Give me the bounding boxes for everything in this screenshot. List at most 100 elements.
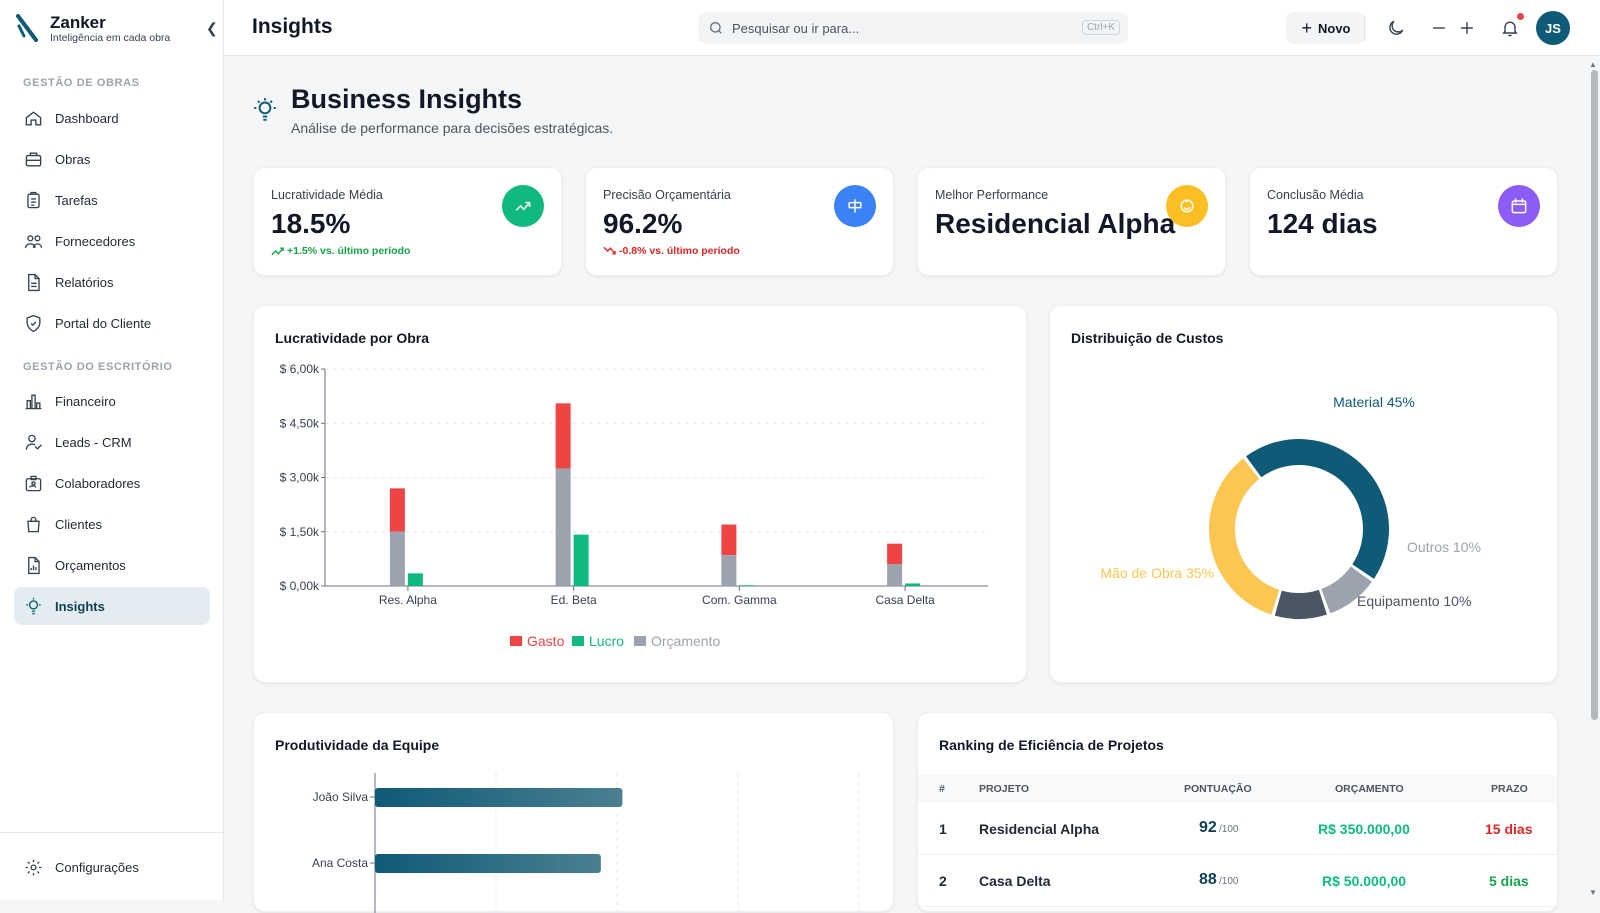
sidebar-item-tarefas[interactable]: Tarefas <box>14 181 210 219</box>
sidebar-item-label: Financeiro <box>55 393 116 409</box>
insights-subtitle: Análise de performance para decisões est… <box>291 120 614 136</box>
users-icon <box>24 234 43 248</box>
sidebar-item-portal-do-cliente[interactable]: Portal do Cliente <box>14 304 210 342</box>
legend-swatch <box>572 636 584 646</box>
sidebar-item-label: Relatórios <box>55 274 114 290</box>
bar-gasto[interactable] <box>555 403 571 469</box>
donut-slice[interactable] <box>1274 589 1327 619</box>
rank: 2 <box>939 873 947 889</box>
dark-mode-toggle[interactable] <box>1382 14 1410 42</box>
column-header: PRAZO <box>1491 783 1528 795</box>
deadline: 15 dias <box>1485 821 1533 837</box>
plus-icon: + <box>1301 17 1312 38</box>
brand[interactable]: Zanker Inteligência em cada obra <box>16 14 170 44</box>
sidebar-item-obras[interactable]: Obras <box>14 140 210 178</box>
sidebar-item-dashboard[interactable]: Dashboard <box>14 99 210 137</box>
zoom-out-button[interactable] <box>1425 14 1453 42</box>
sidebar-item-colaboradores[interactable]: Colaboradores <box>14 464 210 502</box>
section-gestao-obras: GESTÃO DE OBRAS <box>23 77 140 89</box>
sidebar-item-relatorios[interactable]: Relatórios <box>14 263 210 301</box>
moon-icon <box>1389 20 1404 35</box>
sidebar-item-insights[interactable]: Insights <box>14 587 210 625</box>
column-header: PONTUAÇÃO <box>1184 783 1252 795</box>
new-button[interactable]: + Novo <box>1286 12 1366 44</box>
sidebar-item-configuracoes[interactable]: Configurações <box>14 848 210 886</box>
bar-orcamento[interactable] <box>887 564 903 586</box>
donut-slice[interactable] <box>1245 439 1389 579</box>
trending-up-icon <box>502 185 544 227</box>
shortcut-badge: Ctrl+K <box>1081 20 1120 35</box>
scrollbar-thumb[interactable] <box>1591 70 1598 720</box>
sidebar-item-label: Insights <box>55 598 105 614</box>
sidebar-item-leads-crm[interactable]: Leads - CRM <box>14 423 210 461</box>
table-row[interactable]: 2 Casa Delta 88 /100 R$ 50.000,00 5 dias <box>918 855 1557 907</box>
team-bar[interactable] <box>375 788 623 807</box>
bar-orcamento[interactable] <box>721 555 737 586</box>
kpi-delta-text: -0.8% vs. último período <box>619 245 740 257</box>
target-icon <box>834 185 876 227</box>
bar-lucro[interactable] <box>407 573 423 586</box>
sidebar-item-orcamentos[interactable]: Orçamentos <box>14 546 210 584</box>
briefcase-icon <box>25 151 42 167</box>
sidebar-item-fornecedores[interactable]: Fornecedores <box>14 222 210 260</box>
bar-lucro[interactable] <box>573 534 589 586</box>
legend-label[interactable]: Lucro <box>589 633 624 649</box>
budget: R$ 350.000,00 <box>1318 821 1410 837</box>
kpi-card-precisao: Precisão Orçamentária 96.2% -0.8% vs. úl… <box>585 167 894 276</box>
kpi-label: Precisão Orçamentária <box>603 188 731 202</box>
sidebar-item-label: Configurações <box>55 859 139 875</box>
table-row[interactable]: 1 Residencial Alpha 92 /100 R$ 350.000,0… <box>918 803 1557 855</box>
donut-slice[interactable] <box>1209 458 1280 615</box>
bar-lucro[interactable] <box>739 585 755 586</box>
bar-chart-icon <box>25 393 42 409</box>
scroll-up-icon[interactable]: ▲ <box>1589 60 1597 69</box>
bar-lucro[interactable] <box>905 583 921 586</box>
divider <box>1364 16 1365 40</box>
team-bar-chart: João Silva Ana Costa <box>312 773 860 913</box>
project-name: Casa Delta <box>979 873 1051 889</box>
kpi-card-lucratividade: Lucratividade Média 18.5% +1.5% vs. últi… <box>253 167 562 276</box>
trending-down-icon <box>603 246 616 255</box>
column-header: ORÇAMENTO <box>1335 783 1404 795</box>
bar-gasto[interactable] <box>887 543 903 565</box>
kpi-label: Melhor Performance <box>935 188 1049 202</box>
sidebar-item-label: Colaboradores <box>55 475 141 491</box>
scroll-down-icon[interactable]: ▼ <box>1589 888 1597 897</box>
rank: 1 <box>939 821 947 837</box>
profit-chart-card: Lucratividade por Obra $ 0,00k $ 1,50k $ 3… <box>253 305 1027 683</box>
cost-donut-chart: Material 45% Outros 10% Equipamento 10% Mão… <box>1100 394 1481 619</box>
cost-chart-card: Distribuição de Custos Material 45% Outro… <box>1049 305 1558 683</box>
x-tick-label: Res. Alpha <box>379 593 437 607</box>
file-icon <box>28 273 40 291</box>
collapse-sidebar-icon[interactable]: ❮ <box>206 20 218 37</box>
bar-orcamento[interactable] <box>555 468 571 586</box>
legend-label[interactable]: Gasto <box>527 633 565 649</box>
bar-gasto[interactable] <box>721 524 737 556</box>
slice-label: Equipamento 10% <box>1357 593 1471 609</box>
user-handshake-icon <box>25 434 42 450</box>
kpi-delta-text: +1.5% vs. último período <box>287 245 411 257</box>
lightbulb-icon <box>254 98 276 121</box>
sidebar-item-label: Orçamentos <box>55 557 126 573</box>
y-tick-label: $ 4,50k <box>280 416 320 430</box>
sidebar-item-clientes[interactable]: Clientes <box>14 505 210 543</box>
minus-icon <box>1433 27 1445 29</box>
avatar[interactable]: JS <box>1536 11 1570 45</box>
kpi-value: 18.5% <box>271 208 351 239</box>
legend-label[interactable]: Orçamento <box>651 633 720 649</box>
sidebar-item-financeiro[interactable]: Financeiro <box>14 382 210 420</box>
sidebar-item-label: Obras <box>55 151 91 167</box>
bar-orcamento[interactable] <box>389 531 405 586</box>
sidebar-item-label: Fornecedores <box>55 233 136 249</box>
calendar-icon <box>1498 185 1540 227</box>
bar-gasto[interactable] <box>389 488 405 532</box>
shield-icon <box>26 314 41 332</box>
zoom-in-button[interactable] <box>1453 14 1481 42</box>
sidebar-item-label: Portal do Cliente <box>55 315 152 331</box>
search-input[interactable]: Pesquisar ou ir para... Ctrl+K <box>698 12 1128 44</box>
team-bar[interactable] <box>375 854 601 873</box>
insights-title: Business Insights <box>291 84 523 114</box>
sidebar-item-label: Clientes <box>55 516 102 532</box>
budget: R$ 50.000,00 <box>1322 873 1407 889</box>
topbar: Insights Pesquisar ou ir para... Ctrl+K … <box>224 0 1600 56</box>
